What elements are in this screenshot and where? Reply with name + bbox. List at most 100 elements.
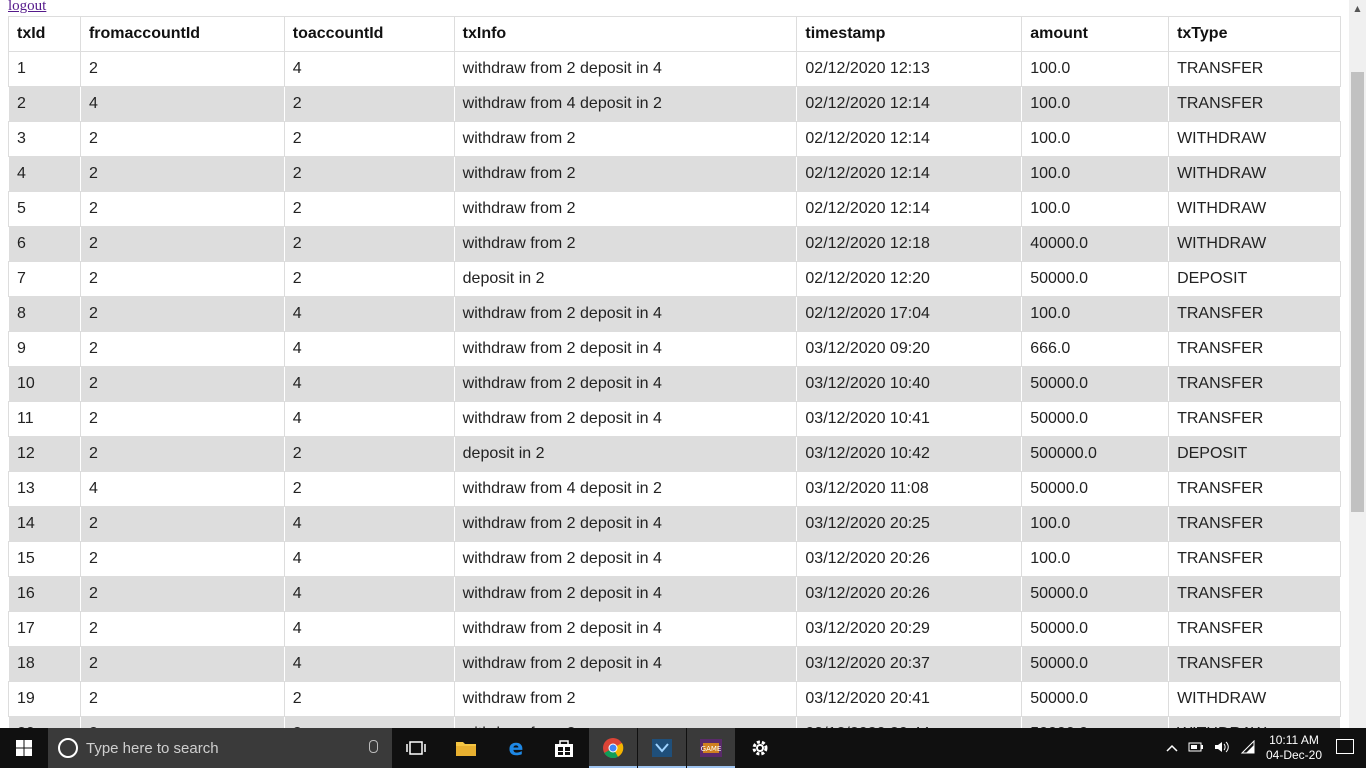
cell-txinfo: withdraw from 2 deposit in 4 — [453, 51, 798, 87]
notification-center-icon[interactable] — [1336, 739, 1354, 754]
vscode-icon[interactable] — [638, 728, 686, 768]
cell-txtype: TRANSFER — [1168, 611, 1341, 647]
cell-amount: 100.0 — [1021, 191, 1170, 227]
cell-txtype: TRANSFER — [1168, 471, 1341, 507]
cell-toaccountid: 4 — [283, 331, 455, 367]
cell-amount: 50000.0 — [1021, 611, 1170, 647]
volume-icon[interactable] — [1214, 740, 1230, 757]
table-row: 8 2 4 withdraw from 2 deposit in 4 02/12/202… — [8, 296, 1341, 332]
table-row: 4 2 2 withdraw from 2 02/12/2020 12:14 100.0 W… — [8, 156, 1341, 192]
table-row: 15 2 4 withdraw from 2 deposit in 4 03/12/20… — [8, 541, 1341, 577]
microphone-icon[interactable] — [369, 740, 378, 753]
cell-timestamp: 02/12/2020 12:14 — [796, 191, 1023, 227]
cell-fromaccountid: 2 — [79, 576, 285, 612]
cell-timestamp: 03/12/2020 20:29 — [796, 611, 1023, 647]
edge-browser-icon[interactable]: e — [492, 728, 540, 768]
cell-fromaccountid: 2 — [79, 506, 285, 542]
svg-text:e: e — [509, 737, 524, 759]
chevron-up-icon[interactable] — [1166, 741, 1178, 755]
cell-txinfo: withdraw from 2 — [453, 716, 798, 728]
cell-amount: 100.0 — [1021, 296, 1170, 332]
table-header-row: txId fromaccountId toaccountId txInfo ti… — [8, 16, 1341, 52]
cell-txid: 16 — [8, 576, 81, 612]
cell-txinfo: withdraw from 2 deposit in 4 — [453, 541, 798, 577]
table-row: 2 4 2 withdraw from 4 deposit in 2 02/12/202… — [8, 86, 1341, 122]
cell-toaccountid: 4 — [283, 541, 455, 577]
cell-txid: 7 — [8, 261, 81, 297]
cell-amount: 50000.0 — [1021, 681, 1170, 717]
cell-toaccountid: 2 — [283, 226, 455, 262]
cell-fromaccountid: 4 — [79, 86, 285, 122]
chrome-icon[interactable] — [589, 728, 637, 768]
scrollbar-thumb[interactable] — [1351, 72, 1364, 512]
game-app-icon[interactable]: GAME — [687, 728, 735, 768]
store-icon[interactable] — [540, 728, 588, 768]
cell-txid: 10 — [8, 366, 81, 402]
header-toaccountid: toaccountId — [283, 16, 455, 52]
scroll-up-arrow-icon[interactable]: ▲ — [1349, 0, 1366, 17]
task-view-icon[interactable] — [392, 728, 440, 768]
cell-timestamp: 03/12/2020 20:37 — [796, 646, 1023, 682]
cell-txtype: DEPOSIT — [1168, 261, 1341, 297]
cell-txinfo: withdraw from 2 deposit in 4 — [453, 331, 798, 367]
header-txinfo: txInfo — [453, 16, 798, 52]
cell-toaccountid: 4 — [283, 506, 455, 542]
cell-txinfo: withdraw from 2 — [453, 121, 798, 157]
cell-txtype: TRANSFER — [1168, 331, 1341, 367]
table-row: 11 2 4 withdraw from 2 deposit in 4 03/12/20… — [8, 401, 1341, 437]
header-txid: txId — [8, 16, 81, 52]
taskbar: Type here to search e GAME 10:11 AM 04-D… — [0, 728, 1366, 768]
transactions-table: txId fromaccountId toaccountId txInfo ti… — [8, 16, 1341, 728]
cell-txinfo: withdraw from 2 — [453, 191, 798, 227]
cell-toaccountid: 2 — [283, 121, 455, 157]
cell-amount: 50000.0 — [1021, 401, 1170, 437]
taskbar-clock[interactable]: 10:11 AM 04-Dec-20 — [1266, 733, 1322, 763]
cell-amount: 40000.0 — [1021, 226, 1170, 262]
cell-txid: 11 — [8, 401, 81, 437]
cell-txtype: TRANSFER — [1168, 401, 1341, 437]
cell-txid: 12 — [8, 436, 81, 472]
cell-fromaccountid: 2 — [79, 541, 285, 577]
table-row: 6 2 2 withdraw from 2 02/12/2020 12:18 40000.… — [8, 226, 1341, 262]
cell-txinfo: withdraw from 4 deposit in 2 — [453, 86, 798, 122]
cell-timestamp: 03/12/2020 10:42 — [796, 436, 1023, 472]
file-explorer-icon[interactable] — [442, 728, 490, 768]
cell-txinfo: withdraw from 2 deposit in 4 — [453, 366, 798, 402]
cell-amount: 50000.0 — [1021, 471, 1170, 507]
cell-fromaccountid: 2 — [79, 436, 285, 472]
cell-timestamp: 03/12/2020 10:41 — [796, 401, 1023, 437]
cell-txinfo: withdraw from 2 — [453, 226, 798, 262]
cell-txid: 19 — [8, 681, 81, 717]
cell-txinfo: withdraw from 4 deposit in 2 — [453, 471, 798, 507]
cell-fromaccountid: 2 — [79, 226, 285, 262]
battery-icon[interactable] — [1188, 741, 1204, 756]
cell-timestamp: 02/12/2020 12:14 — [796, 156, 1023, 192]
cell-amount: 666.0 — [1021, 331, 1170, 367]
cell-toaccountid: 2 — [283, 86, 455, 122]
table-row: 18 2 4 withdraw from 2 deposit in 4 03/12/20… — [8, 646, 1341, 682]
table-row: 13 4 2 withdraw from 4 deposit in 2 03/12/20… — [8, 471, 1341, 507]
cell-fromaccountid: 2 — [79, 716, 285, 728]
cell-fromaccountid: 2 — [79, 156, 285, 192]
wifi-icon[interactable] — [1240, 739, 1256, 757]
vertical-scrollbar[interactable]: ▲ — [1349, 0, 1366, 728]
settings-icon[interactable] — [736, 728, 784, 768]
cell-fromaccountid: 4 — [79, 471, 285, 507]
cell-fromaccountid: 2 — [79, 121, 285, 157]
search-placeholder: Type here to search — [86, 739, 219, 757]
taskbar-search-box[interactable]: Type here to search — [48, 728, 392, 768]
cell-txtype: WITHDRAW — [1168, 191, 1341, 227]
table-row: 3 2 2 withdraw from 2 02/12/2020 12:14 100.0 W… — [8, 121, 1341, 157]
table-row: 16 2 4 withdraw from 2 deposit in 4 03/12/20… — [8, 576, 1341, 612]
logout-link[interactable]: logout — [8, 0, 46, 15]
cell-txtype: DEPOSIT — [1168, 436, 1341, 472]
cell-txtype: WITHDRAW — [1168, 226, 1341, 262]
page-content: logout txId fromaccountId toaccountId tx… — [0, 0, 1349, 728]
windows-start-icon[interactable] — [0, 728, 48, 768]
cell-toaccountid: 4 — [283, 296, 455, 332]
cell-toaccountid: 4 — [283, 401, 455, 437]
cell-amount: 500000.0 — [1021, 436, 1170, 472]
cell-amount: 50000.0 — [1021, 366, 1170, 402]
cell-toaccountid: 2 — [283, 471, 455, 507]
cell-txtype: TRANSFER — [1168, 541, 1341, 577]
